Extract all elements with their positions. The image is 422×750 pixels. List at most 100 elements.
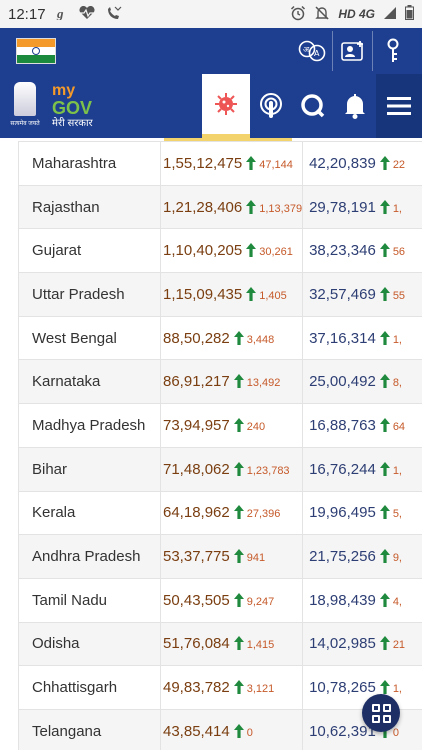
podcast-icon[interactable] — [250, 74, 292, 138]
missed-call-icon — [106, 6, 122, 23]
table-row[interactable]: Odisha 51,76,084 1,415 14,02,985 21 — [18, 621, 422, 667]
state-name: Tamil Nadu — [32, 591, 108, 609]
delta-1: 47,144 — [259, 158, 293, 171]
delta-1: 30,261 — [259, 246, 293, 259]
language-icon[interactable]: अA — [292, 31, 332, 71]
up-arrow-icon — [379, 199, 390, 214]
delta-2: 9, — [392, 552, 402, 565]
up-arrow-icon — [233, 723, 244, 738]
key-icon[interactable] — [372, 31, 412, 71]
value-2: 16,88,763 — [309, 416, 376, 434]
svg-text:अ: अ — [303, 45, 310, 54]
value-cell-2: 32,57,469 55 — [302, 272, 422, 317]
battery-icon — [405, 5, 414, 23]
value-cell-2: 16,88,763 64 — [302, 403, 422, 448]
state-name-cell: Gujarat — [18, 228, 161, 274]
table-row[interactable]: Chhattisgarh 49,83,782 3,121 10,78,265 1, — [18, 665, 422, 710]
delta-2: 56 — [392, 246, 406, 259]
clock: 12:17 — [8, 5, 46, 23]
value-2: 42,20,839 — [309, 154, 376, 172]
table-row[interactable]: Andhra Pradesh 53,37,775 941 21,75,256 9, — [18, 534, 422, 579]
state-name: Odisha — [32, 635, 80, 653]
value-cell-2: 16,76,244 1, — [302, 446, 422, 492]
state-name: Kerala — [32, 504, 76, 522]
delta-2: 22 — [392, 158, 406, 171]
value-2: 38,23,346 — [309, 242, 376, 260]
value-cell-1: 50,43,505 9,247 — [159, 577, 304, 623]
value-cell-1: 73,94,957 240 — [159, 403, 304, 448]
value-cell-1: 1,15,09,435 1,405 — [159, 272, 304, 317]
value-cell-2: 42,20,839 22 — [302, 141, 422, 186]
delta-1: 3,121 — [246, 683, 275, 696]
up-arrow-icon — [379, 330, 390, 345]
up-arrow-icon — [233, 505, 244, 520]
table-row[interactable]: Bihar 71,48,062 1,23,783 16,76,244 1, — [18, 446, 422, 492]
up-arrow-icon — [233, 330, 244, 345]
delta-2: 1, — [392, 202, 402, 215]
delta-1: 941 — [246, 552, 266, 565]
table-row[interactable]: Madhya Pradesh 73,94,957 240 16,88,763 64 — [18, 403, 422, 448]
state-name-cell: Maharashtra — [18, 141, 161, 186]
search-icon[interactable] — [292, 74, 334, 138]
delta-1: 3,448 — [246, 333, 275, 346]
state-name: Karnataka — [32, 373, 101, 391]
value-2: 18,98,439 — [309, 591, 376, 609]
value-2: 16,76,244 — [309, 460, 376, 478]
up-arrow-icon — [379, 549, 390, 564]
logo-gov: GOV — [52, 98, 93, 118]
account-add-icon[interactable] — [332, 31, 372, 71]
value-1: 86,91,217 — [163, 373, 230, 391]
value-cell-2: 21,75,256 9, — [302, 534, 422, 579]
value-cell-1: 1,55,12,475 47,144 — [159, 141, 304, 186]
state-data-table: Maharashtra 1,55,12,475 47,144 42,20,839 2… — [18, 141, 422, 750]
delta-1: 1,23,783 — [246, 464, 290, 477]
value-1: 1,15,09,435 — [163, 285, 243, 303]
table-row[interactable]: West Bengal 88,50,282 3,448 37,16,314 1, — [18, 315, 422, 361]
covid-icon[interactable] — [202, 74, 250, 138]
table-row[interactable]: Tamil Nadu 50,43,505 9,247 18,98,439 4, — [18, 577, 422, 623]
state-name-cell: Bihar — [18, 446, 161, 492]
delta-2: 55 — [392, 289, 406, 302]
up-arrow-icon — [379, 417, 390, 432]
delta-1: 1,415 — [246, 639, 275, 652]
value-cell-1: 53,37,775 941 — [159, 534, 304, 579]
value-2: 29,78,191 — [309, 198, 376, 216]
state-data-table-container[interactable]: Maharashtra 1,55,12,475 47,144 42,20,839 2… — [0, 138, 422, 750]
national-emblem-icon: सत्यमेव जयते — [10, 82, 40, 130]
up-arrow-icon — [246, 155, 257, 170]
table-row[interactable]: Maharashtra 1,55,12,475 47,144 42,20,839 2… — [18, 141, 422, 186]
value-2: 37,16,314 — [309, 329, 376, 347]
state-name: Andhra Pradesh — [32, 548, 141, 566]
value-1: 1,55,12,475 — [163, 154, 243, 172]
state-name: West Bengal — [32, 329, 117, 347]
delta-2: 5, — [392, 508, 402, 521]
table-row[interactable]: Uttar Pradesh 1,15,09,435 1,405 32,57,469… — [18, 272, 422, 317]
hamburger-menu-icon[interactable] — [376, 74, 422, 138]
up-arrow-icon — [379, 243, 390, 258]
delta-2: 1, — [392, 333, 402, 346]
state-name: Madhya Pradesh — [32, 416, 146, 434]
delta-1: 240 — [246, 420, 266, 433]
mygov-logo[interactable]: my GOV मेरी सरकार — [52, 83, 93, 129]
value-1: 88,50,282 — [163, 329, 230, 347]
grid-icon — [371, 703, 391, 723]
value-2: 10,78,265 — [309, 679, 376, 697]
mute-icon — [314, 5, 330, 24]
table-row[interactable]: Karnataka 86,91,217 13,492 25,00,492 8, — [18, 359, 422, 405]
up-arrow-icon — [246, 286, 257, 301]
value-1: 49,83,782 — [163, 679, 230, 697]
table-row[interactable]: Gujarat 1,10,40,205 30,261 38,23,346 56 — [18, 228, 422, 274]
bell-icon[interactable] — [334, 74, 376, 138]
up-arrow-icon — [379, 636, 390, 651]
value-1: 64,18,962 — [163, 504, 230, 522]
up-arrow-icon — [379, 680, 390, 695]
state-name-cell: Kerala — [18, 490, 161, 536]
table-row[interactable]: Rajasthan 1,21,28,406 1,13,379 29,78,191 1… — [18, 184, 422, 230]
up-arrow-icon — [379, 286, 390, 301]
heart-monitor-icon — [78, 5, 96, 23]
grid-menu-button[interactable] — [362, 694, 400, 732]
table-row[interactable]: Kerala 64,18,962 27,396 19,96,495 5, — [18, 490, 422, 536]
svg-text:A: A — [314, 49, 320, 58]
up-arrow-icon — [379, 374, 390, 389]
state-name-cell: Karnataka — [18, 359, 161, 405]
